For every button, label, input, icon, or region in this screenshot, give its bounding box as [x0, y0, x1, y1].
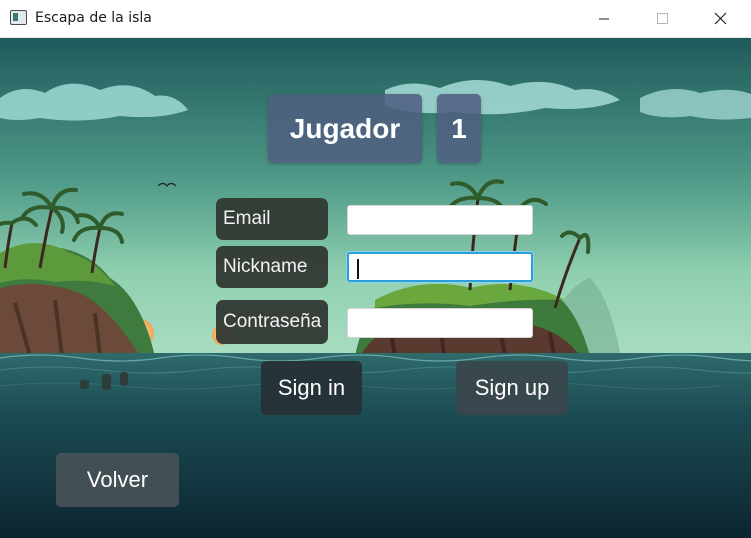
close-icon	[714, 12, 727, 25]
player-number: 1	[437, 94, 481, 163]
email-label: Email	[216, 198, 328, 240]
text-caret	[357, 259, 359, 279]
minimize-icon	[599, 18, 609, 20]
nickname-field[interactable]	[347, 252, 533, 282]
password-field[interactable]	[347, 308, 533, 338]
maximize-icon	[657, 13, 668, 24]
nickname-label: Nickname	[216, 246, 328, 288]
island-scene: Jugador 1 Email Nickname Contraseña Sign…	[0, 38, 751, 538]
back-button[interactable]: Volver	[56, 453, 179, 507]
app-window-icon	[10, 10, 27, 25]
email-field[interactable]	[347, 205, 533, 235]
minimize-button[interactable]	[575, 0, 633, 38]
sign-up-button[interactable]: Sign up	[456, 361, 568, 415]
sign-in-button[interactable]: Sign in	[261, 361, 362, 415]
player-title: Jugador	[268, 94, 422, 163]
maximize-button[interactable]	[633, 0, 691, 38]
window-title: Escapa de la isla	[35, 10, 152, 26]
app-window: Escapa de la isla Jugador 1 Email Nickna…	[0, 0, 751, 538]
password-label: Contraseña	[216, 300, 328, 344]
title-bar[interactable]: Escapa de la isla	[0, 0, 751, 38]
close-button[interactable]	[691, 0, 749, 38]
